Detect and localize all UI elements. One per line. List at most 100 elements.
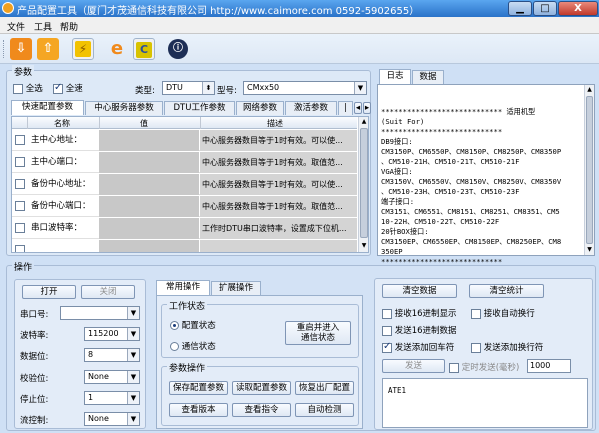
restore-factory-button[interactable]: 恢复出厂配置 xyxy=(295,381,354,395)
log-textarea[interactable]: **************************** 适用机型 (Suit F… xyxy=(377,84,595,266)
row-name: 备份中心端口： xyxy=(31,201,91,211)
row-name: 备份中心地址： xyxy=(31,179,91,189)
row-value[interactable] xyxy=(99,240,199,252)
tab-scroll-left[interactable]: ◂ xyxy=(354,102,362,114)
row-desc: 中心服务器数目等于1时有效。取值范... xyxy=(200,152,357,173)
row-desc: 工作时DTU串口波特率，设置成下位机... xyxy=(200,218,357,239)
row-desc xyxy=(200,240,357,252)
row-checkbox[interactable] xyxy=(15,157,25,167)
row-value[interactable] xyxy=(99,130,199,151)
table-row[interactable]: 备份中心端口： 中心服务器数目等于1时有效。取值范... xyxy=(12,196,357,217)
clear-data-button[interactable]: 清空数据 xyxy=(382,284,457,298)
row-name: 主中心地址： xyxy=(31,135,83,145)
parity-select[interactable]: None ▼ xyxy=(84,370,140,384)
save-params-button[interactable]: 保存配置参数 xyxy=(169,381,228,395)
table-row[interactable] xyxy=(12,240,357,252)
window-title: 产品配置工具（厦门才茂通信科技有限公司 http://www.caimore.c… xyxy=(17,6,420,17)
stop-bits-select[interactable]: 1 ▼ xyxy=(84,391,140,405)
minimize-button[interactable]: ▁ xyxy=(508,1,532,16)
open-button[interactable]: 打开 xyxy=(22,285,76,299)
model-select[interactable]: CMxx50 ▼ xyxy=(243,81,367,95)
menu-help[interactable]: 帮助 xyxy=(60,20,78,33)
interval-input[interactable]: 1000 xyxy=(527,359,571,373)
row-value[interactable] xyxy=(99,218,199,239)
log-scrollbar[interactable]: ▲ ▼ xyxy=(584,85,594,255)
send-cr-checkbox[interactable]: 发送添加回车符 xyxy=(382,341,454,353)
comm-state-radio[interactable]: 通信状态 xyxy=(170,340,216,352)
close-button[interactable]: X xyxy=(558,1,598,16)
row-checkbox[interactable] xyxy=(15,201,25,211)
menu-tools[interactable]: 工具 xyxy=(34,20,52,33)
tab-dtu-work[interactable]: DTU工作参数 xyxy=(164,101,235,115)
tab-data[interactable]: 数据 xyxy=(412,70,444,84)
table-row[interactable]: 备份中心地址： 中心服务器数目等于1时有效。可以使... xyxy=(12,174,357,195)
work-state-title: 工作状态 xyxy=(167,299,208,312)
table-row[interactable]: 串口波特率： 工作时DTU串口波特率，设置成下位机... xyxy=(12,218,357,239)
maximize-button[interactable]: □ xyxy=(533,1,557,16)
baud-rate-select[interactable]: 115200 ▼ xyxy=(84,327,140,341)
clear-stats-button[interactable]: 清空统计 xyxy=(469,284,544,298)
tab-network[interactable]: 网络参数 xyxy=(236,101,284,115)
stop-bits-label: 停止位: xyxy=(20,395,49,405)
common-ops-body: 工作状态 配置状态 通信状态 重启并进入 通信状态 参数操作 保存配置参数 读取配… xyxy=(156,295,363,429)
upload-icon[interactable]: ⇧ xyxy=(37,38,59,60)
scroll-thumb[interactable] xyxy=(360,128,368,238)
view-version-button[interactable]: 查看版本 xyxy=(169,403,228,417)
header-divider xyxy=(99,117,100,129)
recv-autowrap-checkbox[interactable]: 接收自动换行 xyxy=(471,307,535,319)
params-tabs: 快速配置参数 中心服务器参数 DTU工作参数 网络参数 激活参数 | ◂ ▸ xyxy=(11,100,371,115)
send-textarea[interactable]: ATE1 xyxy=(382,378,588,428)
row-value[interactable] xyxy=(99,174,199,195)
tab-scroll-right[interactable]: ▸ xyxy=(363,102,371,114)
select-all-checkbox[interactable]: 全选 xyxy=(13,82,43,94)
send-button[interactable]: 发送 xyxy=(382,359,445,373)
tab-center-server[interactable]: 中心服务器参数 xyxy=(85,101,163,115)
restart-comm-button[interactable]: 重启并进入 通信状态 xyxy=(285,321,351,345)
full-speed-checkbox[interactable]: 全速 xyxy=(53,82,83,94)
view-command-button[interactable]: 查看指令 xyxy=(232,403,291,417)
send-lf-checkbox[interactable]: 发送添加换行符 xyxy=(471,341,543,353)
scroll-down-arrow[interactable]: ▼ xyxy=(585,245,594,255)
bolt-icon[interactable]: ⚡ xyxy=(72,38,94,60)
scroll-thumb[interactable] xyxy=(586,96,593,244)
param-ops-title: 参数操作 xyxy=(167,361,208,374)
tab-extended-ops[interactable]: 扩展操作 xyxy=(211,281,261,295)
about-icon[interactable]: ⓘ xyxy=(168,39,188,59)
scroll-down-arrow[interactable]: ▼ xyxy=(359,241,368,251)
row-name: 主中心端口： xyxy=(31,157,83,167)
tab-log[interactable]: 日志 xyxy=(379,69,411,84)
tab-common-ops[interactable]: 常用操作 xyxy=(156,280,210,295)
tab-activation[interactable]: 激活参数 xyxy=(285,101,337,115)
download-icon[interactable]: ⇩ xyxy=(10,38,32,60)
row-checkbox[interactable] xyxy=(15,179,25,189)
row-value[interactable] xyxy=(99,152,199,173)
menu-file[interactable]: 文件 xyxy=(7,20,25,33)
ie-icon[interactable]: e xyxy=(106,38,128,60)
table-row[interactable]: 主中心地址： 中心服务器数目等于1时有效。可以使... xyxy=(12,130,357,151)
flow-control-select[interactable]: None ▼ xyxy=(84,412,140,426)
auto-detect-button[interactable]: 自动检测 xyxy=(295,403,354,417)
table-scrollbar[interactable]: ▲ ▼ xyxy=(358,117,368,252)
row-checkbox[interactable] xyxy=(15,223,25,233)
timed-send-checkbox[interactable]: 定时发送(毫秒) xyxy=(449,361,519,373)
scroll-up-arrow[interactable]: ▲ xyxy=(359,117,368,127)
row-desc: 中心服务器数目等于1时有效。取值范... xyxy=(200,196,357,217)
row-checkbox[interactable] xyxy=(15,135,25,145)
cycle-icon[interactable]: C xyxy=(133,38,155,60)
close-port-button[interactable]: 关闭 xyxy=(81,285,135,299)
send-input-text: ATE1 xyxy=(388,386,407,395)
row-value[interactable] xyxy=(99,196,199,217)
row-checkbox[interactable] xyxy=(15,245,25,252)
scroll-up-arrow[interactable]: ▲ xyxy=(585,85,594,95)
tab-quick-config[interactable]: 快速配置参数 xyxy=(11,100,84,115)
send-hex-checkbox[interactable]: 发送16进制数据 xyxy=(382,324,457,336)
serial-port-select[interactable]: ▼ xyxy=(60,306,140,320)
row-name: 串口波特率： xyxy=(31,223,83,233)
type-select[interactable]: DTU ⬍ xyxy=(162,81,215,95)
read-params-button[interactable]: 读取配置参数 xyxy=(232,381,291,395)
data-bits-select[interactable]: 8 ▼ xyxy=(84,348,140,362)
table-row[interactable]: 主中心端口： 中心服务器数目等于1时有效。取值范... xyxy=(12,152,357,173)
recv-hex-checkbox[interactable]: 接收16进制显示 xyxy=(382,307,457,319)
params-group: 参数 全选 全速 类型: DTU⬍ 型号: CMxx50▼ 快速配置参数 中心服… xyxy=(6,65,371,256)
config-state-radio[interactable]: 配置状态 xyxy=(170,319,216,331)
